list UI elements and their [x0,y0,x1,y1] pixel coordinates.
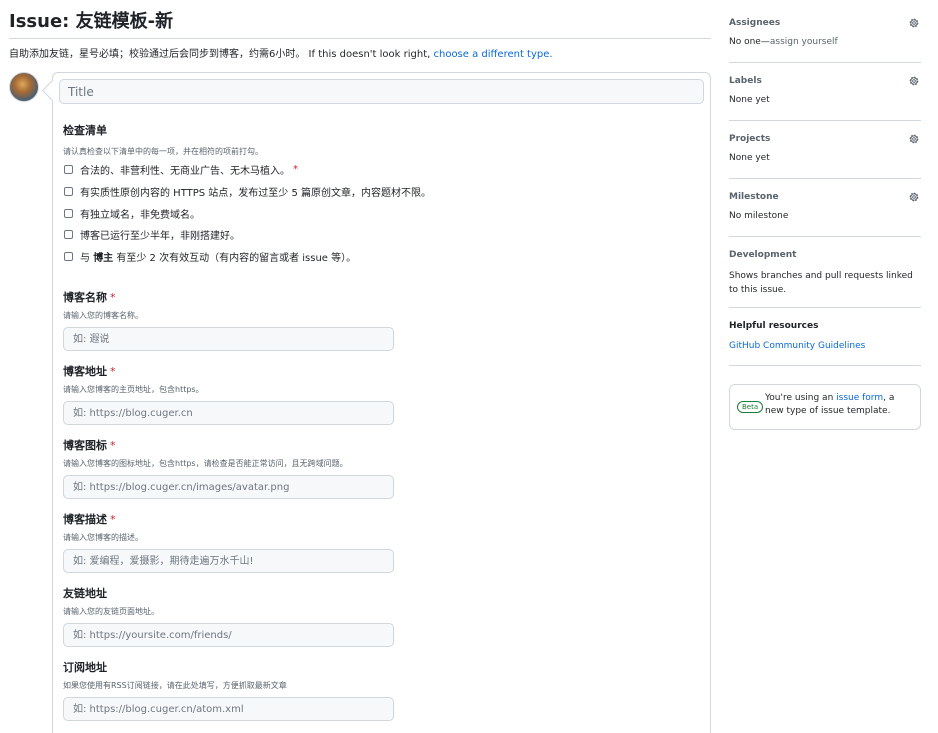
field-help: 如果您使用有RSS订阅链接，请在此处填写，方便抓取最新文章 [63,681,287,690]
labels-section: Labels None yet [729,76,921,105]
field-help: 请输入您博客的图标地址，包含https，请检查是否能正常访问，且无跨域问题。 [63,459,348,468]
field-label-text: 博客图标 [63,439,107,452]
sidebar-divider [729,62,921,63]
development-value: Shows branches and pull requests linked … [729,271,913,295]
checklist-help: 请认真检查以下清单中的每一项，并在相符的项前打勾。 [63,147,263,156]
checklist-item[interactable]: 博客已运行至少半年，非刚搭建好。 [64,228,240,242]
field-help: 请输入您博客的主页地址，包含https。 [63,385,204,394]
checkbox[interactable] [64,209,73,218]
assignees-value: No one— [729,37,770,47]
checklist-item-text-pre: 与 [80,253,94,264]
milestone-value: No milestone [729,211,789,221]
checklist-item[interactable]: 有实质性原创内容的 HTTPS 站点，发布过至少 5 篇原创文章，内容题材不限。 [64,185,432,199]
sidebar-divider [729,307,921,308]
field-help: 请输入您博客的描述。 [63,533,143,542]
field-label-text: 博客名称 [63,291,107,304]
checkbox[interactable] [64,230,73,239]
beta-badge: Beta [737,401,764,413]
field-label-text: 博客描述 [63,513,107,526]
field-label-text: 博客地址 [63,365,107,378]
template-name: 友链模板-新 [75,11,174,32]
assignees-section: Assignees No one—assign yourself [729,18,921,47]
projects-section: Projects None yet [729,134,921,163]
title-prefix: Issue: [9,11,70,32]
milestone-section: Milestone No milestone [729,192,921,221]
gear-icon[interactable] [908,75,920,87]
field-label: 博客图标 * [63,437,116,453]
required-marker: * [110,513,116,526]
blog-icon-input[interactable] [63,475,394,499]
choose-different-type-link[interactable]: choose a different type. [433,49,552,60]
sidebar-divider [729,365,921,366]
community-guidelines-link[interactable]: GitHub Community Guidelines [729,341,921,351]
blog-description-input[interactable] [63,549,394,573]
required-marker: * [293,164,298,175]
rss-url-input[interactable] [63,697,394,721]
checkbox[interactable] [64,252,73,261]
development-section: Development Shows branches and pull requ… [729,250,921,297]
helpful-resources-section: Helpful resources GitHub Community Guide… [729,321,921,351]
blog-name-input[interactable] [63,327,394,351]
title-input[interactable] [59,79,704,104]
field-label: 博客地址 * [63,363,116,379]
labels-value: None yet [729,95,770,105]
checklist-item-text-bold: 博主 [93,253,114,264]
page-title: Issue: 友链模板-新 [9,7,173,33]
checklist-item-text: 有独立域名，非免费域名。 [80,210,200,221]
checklist-label: 检查清单 [63,124,107,137]
title-divider [9,38,711,39]
checklist-item-text-post: 有至少 2 次有效互动（有内容的留言或者 issue 等）。 [113,253,357,264]
template-description: 自助添加友链，星号必填；校验通过后会同步到博客，约需6小时。 If this d… [9,45,553,60]
beta-text-pre: You're using an [765,393,837,403]
beta-notice-text: You're using an issue form, a new type o… [765,392,915,418]
field-label: 博客描述 * [63,511,116,527]
checkbox[interactable] [64,165,73,174]
sidebar-divider [729,178,921,179]
milestone-heading: Milestone [729,192,779,202]
field-label-text: 友链地址 [63,587,107,600]
field-label: 订阅地址 [63,659,107,675]
checklist-item[interactable]: 合法的、非营利性、无商业广告、无木马植入。 * [64,163,298,177]
checklist-item-text: 有实质性原创内容的 HTTPS 站点，发布过至少 5 篇原创文章，内容题材不限。 [80,188,432,199]
blog-url-input[interactable] [63,401,394,425]
projects-heading: Projects [729,134,771,144]
field-help: 请输入您的友链页面地址。 [63,607,159,616]
gear-icon[interactable] [908,17,920,29]
friends-page-input[interactable] [63,623,394,647]
checklist-item-text: 博客已运行至少半年，非刚搭建好。 [80,231,240,242]
gear-icon[interactable] [908,191,920,203]
assignees-heading: Assignees [729,18,781,28]
gear-icon[interactable] [908,133,920,145]
required-marker: * [110,439,116,452]
field-label-text: 订阅地址 [63,661,107,674]
projects-value: None yet [729,153,770,163]
helpful-resources-heading: Helpful resources [729,321,819,331]
checklist-item[interactable]: 有独立域名，非免费域名。 [64,207,200,221]
checklist-item-text: 合法的、非营利性、无商业广告、无木马植入。 [80,166,290,177]
assign-yourself-link[interactable]: assign yourself [770,37,838,47]
sidebar-divider [729,236,921,237]
field-help: 请输入您的博客名称。 [63,311,143,320]
issue-form-link[interactable]: issue form [836,393,883,403]
checkbox[interactable] [64,187,73,196]
sidebar-divider [729,120,921,121]
field-label: 友链地址 [63,585,107,601]
required-marker: * [110,291,116,304]
description-text: 自助添加友链，星号必填；校验通过后会同步到博客，约需6小时。 If this d… [9,49,431,60]
required-marker: * [110,365,116,378]
development-heading: Development [729,250,797,260]
checklist-item[interactable]: 与 博主 有至少 2 次有效互动（有内容的留言或者 issue 等）。 [64,250,357,264]
labels-heading: Labels [729,76,762,86]
issue-form-beta-notice: Beta You're using an issue form, a new t… [729,384,921,430]
avatar [9,72,39,102]
field-label: 博客名称 * [63,289,116,305]
